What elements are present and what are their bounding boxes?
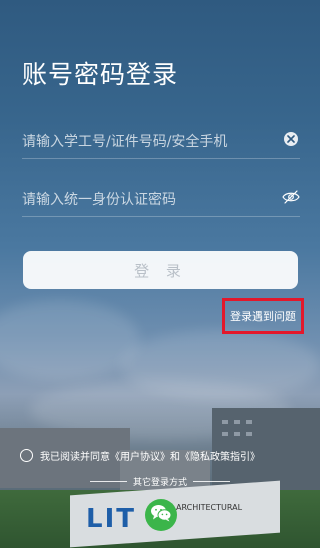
background-cloud (0, 300, 140, 380)
password-input[interactable] (22, 186, 262, 214)
login-trouble-link[interactable]: 登录遇到问题 (230, 308, 296, 324)
agreement-conjunction: 和 (170, 451, 180, 463)
user-agreement-link[interactable]: 《用户协议》 (110, 452, 170, 463)
login-button[interactable]: 登 录 (23, 251, 298, 289)
page-title: 账号密码登录 (22, 60, 179, 89)
agreement-checkbox[interactable] (20, 448, 33, 462)
account-input[interactable] (22, 128, 262, 156)
agreement-prefix: 我已阅读并同意 (40, 451, 110, 463)
wechat-icon (150, 504, 172, 526)
privacy-policy-link[interactable]: 《隐私政策指引》 (180, 452, 260, 463)
trouble-link-highlight: 登录遇到问题 (222, 298, 304, 334)
password-field (22, 186, 300, 217)
background-sign-subtitle: ARCHITECTURAL (176, 503, 243, 512)
clear-icon[interactable] (284, 132, 298, 146)
agreement-text: 我已阅读并同意《用户协议》和《隐私政策指引》 (40, 448, 260, 463)
login-screen: LIT ARCHITECTURAL 账号密码登录 登 录 登录遇到问题 (0, 0, 320, 548)
divider-line (90, 480, 127, 482)
wechat-login-button[interactable] (145, 499, 177, 531)
background-sign-letters: LIT (86, 504, 136, 534)
account-field (22, 128, 300, 159)
eye-off-icon[interactable] (282, 189, 300, 204)
agreement-row: 我已阅读并同意《用户协议》和《隐私政策指引》 (20, 446, 310, 464)
divider-line (193, 480, 231, 482)
other-login-divider: 其它登录方式 (90, 474, 231, 488)
other-login-label: 其它登录方式 (133, 477, 188, 488)
